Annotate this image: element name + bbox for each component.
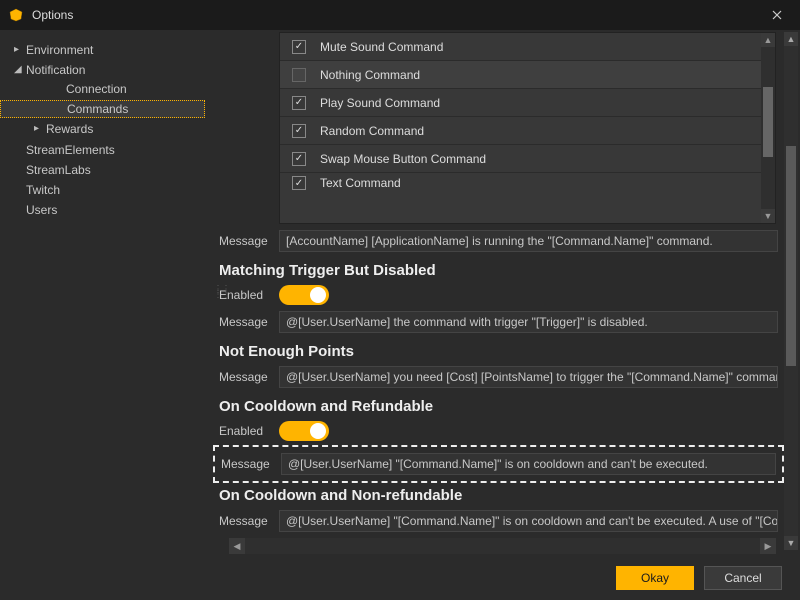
- close-icon: [772, 10, 782, 20]
- scroll-track[interactable]: [245, 538, 760, 554]
- message-input-matching-disabled[interactable]: @[User.UserName] the command with trigge…: [279, 311, 778, 333]
- sidebar: ▸Environment ◢Notification Connection Co…: [0, 30, 205, 556]
- message-label: Message: [219, 514, 279, 528]
- toggle-cooldown-refundable[interactable]: [279, 421, 329, 441]
- section-heading-cooldown-nonrefundable: On Cooldown and Non-refundable: [219, 487, 778, 504]
- toggle-knob: [310, 287, 326, 303]
- options-tree: ▸Environment ◢Notification Connection Co…: [0, 40, 205, 220]
- scroll-track[interactable]: [784, 46, 798, 536]
- checkbox-icon[interactable]: ✓: [292, 68, 306, 82]
- cancel-button[interactable]: Cancel: [704, 566, 782, 590]
- message-label: Message: [219, 315, 279, 329]
- message-input-not-enough-points[interactable]: @[User.UserName] you need [Cost] [Points…: [279, 366, 778, 388]
- chevron-right-icon: ▸: [34, 120, 44, 138]
- window-title: Options: [32, 8, 762, 22]
- section-heading-matching-disabled: Matching Trigger But Disabled: [219, 262, 778, 279]
- command-row[interactable]: ✓Mute Sound Command: [280, 33, 775, 61]
- horizontal-scrollbar[interactable]: ◀ ▶: [229, 538, 776, 554]
- scroll-up-icon[interactable]: ▲: [784, 32, 798, 46]
- checkbox-icon[interactable]: ✓: [292, 124, 306, 138]
- command-row[interactable]: ✓Swap Mouse Button Command: [280, 145, 775, 173]
- message-label: Message: [219, 234, 279, 248]
- command-row[interactable]: ✓Text Command: [280, 173, 775, 193]
- close-button[interactable]: [762, 0, 792, 30]
- main-panel: ✓Mute Sound Command ✓Nothing Command ✓Pl…: [205, 30, 800, 556]
- command-row[interactable]: ✓Random Command: [280, 117, 775, 145]
- checkbox-icon[interactable]: ✓: [292, 96, 306, 110]
- dialog-footer: Okay Cancel: [0, 556, 800, 600]
- command-row[interactable]: ✓Nothing Command: [280, 61, 775, 89]
- tree-item-notification[interactable]: ◢Notification: [0, 61, 205, 79]
- chevron-right-icon: ▸: [14, 41, 24, 59]
- commands-scrollbar[interactable]: ▲ ▼: [761, 33, 775, 223]
- app-icon: [8, 7, 24, 23]
- tree-item-commands[interactable]: Commands: [0, 100, 205, 118]
- tree-item-streamlabs[interactable]: StreamLabs: [0, 161, 205, 179]
- scroll-right-icon[interactable]: ▶: [760, 538, 776, 554]
- scroll-thumb[interactable]: [763, 87, 773, 157]
- okay-button[interactable]: Okay: [616, 566, 694, 590]
- highlighted-region: Message @[User.UserName] "[Command.Name]…: [213, 445, 784, 483]
- toggle-knob: [310, 423, 326, 439]
- enabled-label: Enabled: [219, 424, 279, 438]
- chevron-down-icon: ◢: [14, 61, 24, 79]
- section-heading-not-enough-points: Not Enough Points: [219, 343, 778, 360]
- tree-item-users[interactable]: Users: [0, 201, 205, 219]
- titlebar: Options: [0, 0, 800, 30]
- message-input-running[interactable]: [AccountName] [ApplicationName] is runni…: [279, 230, 778, 252]
- main-scrollbar[interactable]: ▲ ▼: [784, 32, 798, 550]
- scroll-left-icon[interactable]: ◀: [229, 538, 245, 554]
- message-input-cooldown-refundable[interactable]: @[User.UserName] "[Command.Name]" is on …: [281, 453, 776, 475]
- tree-item-twitch[interactable]: Twitch: [0, 181, 205, 199]
- message-label: Message: [221, 457, 281, 471]
- checkbox-icon[interactable]: ✓: [292, 176, 306, 190]
- tree-item-environment[interactable]: ▸Environment: [0, 41, 205, 59]
- tree-item-rewards[interactable]: ▸Rewards: [0, 120, 205, 138]
- checkbox-icon[interactable]: ✓: [292, 40, 306, 54]
- commands-checklist: ✓Mute Sound Command ✓Nothing Command ✓Pl…: [279, 32, 776, 224]
- scroll-thumb[interactable]: [786, 146, 796, 366]
- grip-icon[interactable]: ⋮⋮⋮⋮: [213, 287, 229, 297]
- checkbox-icon[interactable]: ✓: [292, 152, 306, 166]
- command-row[interactable]: ✓Play Sound Command: [280, 89, 775, 117]
- tree-item-connection[interactable]: Connection: [0, 80, 205, 98]
- scroll-down-icon[interactable]: ▼: [784, 536, 798, 550]
- message-input-cooldown-nonrefundable[interactable]: @[User.UserName] "[Command.Name]" is on …: [279, 510, 778, 532]
- options-window: Options ▸Environment ◢Notification Conne…: [0, 0, 800, 600]
- scroll-down-icon[interactable]: ▼: [761, 209, 775, 223]
- scroll-up-icon[interactable]: ▲: [761, 33, 775, 47]
- message-label: Message: [219, 370, 279, 384]
- tree-item-streamelements[interactable]: StreamElements: [0, 141, 205, 159]
- toggle-matching-disabled[interactable]: [279, 285, 329, 305]
- section-heading-cooldown-refundable: On Cooldown and Refundable: [219, 398, 778, 415]
